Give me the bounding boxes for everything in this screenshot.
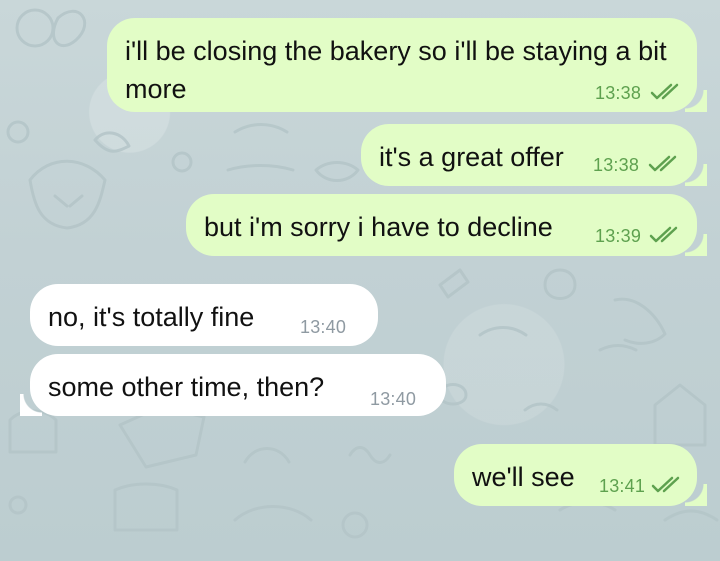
message-bubble-outgoing[interactable]: it's a great offer 13:38: [361, 124, 707, 186]
double-check-icon: [650, 83, 679, 100]
message-time: 13:40: [300, 317, 347, 337]
message-bubble-incoming[interactable]: no, it's totally fine 13:40: [30, 284, 378, 346]
message-bubble-outgoing[interactable]: i'll be closing the bakery so i'll be st…: [107, 18, 707, 112]
double-check-icon: [649, 226, 678, 243]
message-text: we'll see: [472, 462, 575, 492]
message-bubble-incoming[interactable]: some other time, then? 13:40: [20, 354, 446, 416]
double-check-icon: [651, 476, 680, 493]
message-list: i'll be closing the bakery so i'll be st…: [0, 0, 720, 561]
message-time: 13:38: [593, 155, 640, 175]
message-time: 13:40: [370, 389, 417, 409]
double-check-icon: [648, 155, 677, 172]
message-time: 13:38: [595, 83, 642, 103]
message-time: 13:39: [595, 226, 642, 246]
message-bubble-outgoing[interactable]: but i'm sorry i have to decline 13:39: [186, 194, 707, 256]
message-time: 13:41: [599, 476, 646, 496]
message-bubble-outgoing[interactable]: we'll see 13:41: [454, 444, 707, 506]
